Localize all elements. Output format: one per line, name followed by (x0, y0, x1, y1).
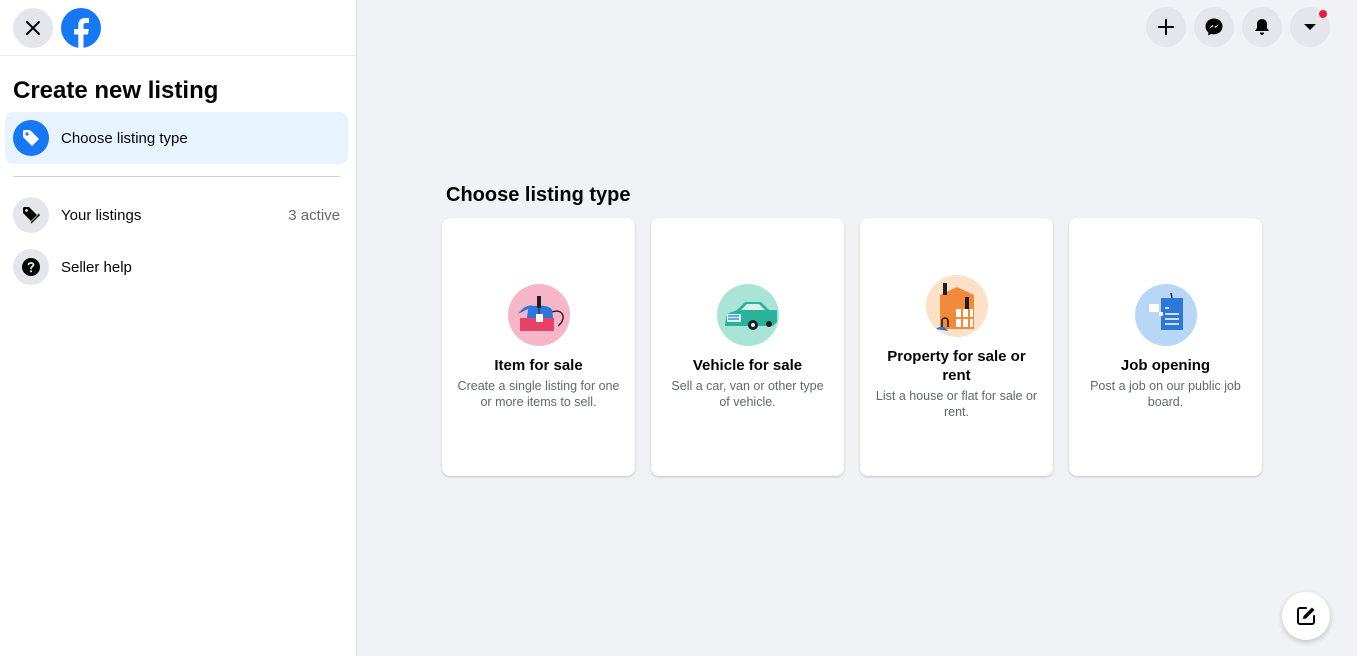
card-title: Property for sale or rent (887, 347, 1026, 384)
card-vehicle-for-sale[interactable]: Vehicle for sale Sell a car, van or othe… (651, 218, 844, 476)
sidebar-title: Create new listing (13, 76, 219, 104)
active-count: 3 active (288, 206, 340, 224)
sidebar-header (0, 0, 356, 56)
card-description: List a house or flat for sale or rent. (875, 388, 1038, 419)
card-property-for-sale-or-rent[interactable]: Property for sale or rent List a house o… (860, 218, 1053, 476)
messenger-icon (1205, 18, 1223, 36)
compose-icon (1297, 607, 1315, 625)
clipboard-icon (1134, 284, 1197, 346)
notification-badge (1318, 9, 1328, 19)
listing-type-cards: Item for sale Create a single listing fo… (442, 218, 1262, 476)
teapot-icon (507, 284, 570, 346)
sidebar-item-choose-listing-type[interactable]: Choose listing type (5, 112, 348, 164)
chevron-down-icon (1304, 24, 1316, 30)
create-button[interactable] (1146, 7, 1186, 47)
new-message-button[interactable] (1282, 592, 1330, 640)
page-title: Choose listing type (446, 184, 631, 206)
facebook-logo[interactable] (61, 7, 101, 48)
sidebar: Create new listing Choose listing type Y… (0, 0, 357, 656)
close-icon (26, 20, 40, 35)
sidebar-item-label: Choose listing type (61, 129, 188, 147)
sidebar-item-label: Seller help (61, 258, 132, 276)
car-icon (716, 284, 779, 346)
card-job-opening[interactable]: Job opening Post a job on our public job… (1069, 218, 1262, 476)
card-item-for-sale[interactable]: Item for sale Create a single listing fo… (442, 218, 635, 476)
messenger-button[interactable] (1194, 7, 1234, 47)
bell-icon (1255, 19, 1269, 35)
sidebar-item-seller-help[interactable]: Seller help (5, 241, 348, 293)
card-title: Vehicle for sale (692, 357, 803, 374)
card-description: Create a single listing for one or more … (457, 379, 620, 409)
tags-icon (13, 197, 49, 233)
sidebar-item-your-listings[interactable]: Your listings 3 active (5, 189, 348, 241)
close-button[interactable] (13, 7, 53, 48)
card-title: Item for sale (494, 357, 583, 374)
sidebar-item-label: Your listings (61, 206, 142, 224)
notifications-button[interactable] (1242, 7, 1282, 47)
card-description: Post a job on our public job board. (1090, 379, 1241, 409)
card-description: Sell a car, van or other type of vehicle… (671, 379, 824, 409)
tag-icon (13, 120, 49, 156)
card-title: Job opening (1120, 357, 1211, 374)
question-icon (13, 249, 49, 285)
plus-icon (1158, 19, 1174, 35)
house-icon (925, 274, 988, 337)
sidebar-divider (13, 176, 340, 177)
top-nav (1146, 7, 1330, 47)
account-menu-button[interactable] (1290, 7, 1330, 47)
